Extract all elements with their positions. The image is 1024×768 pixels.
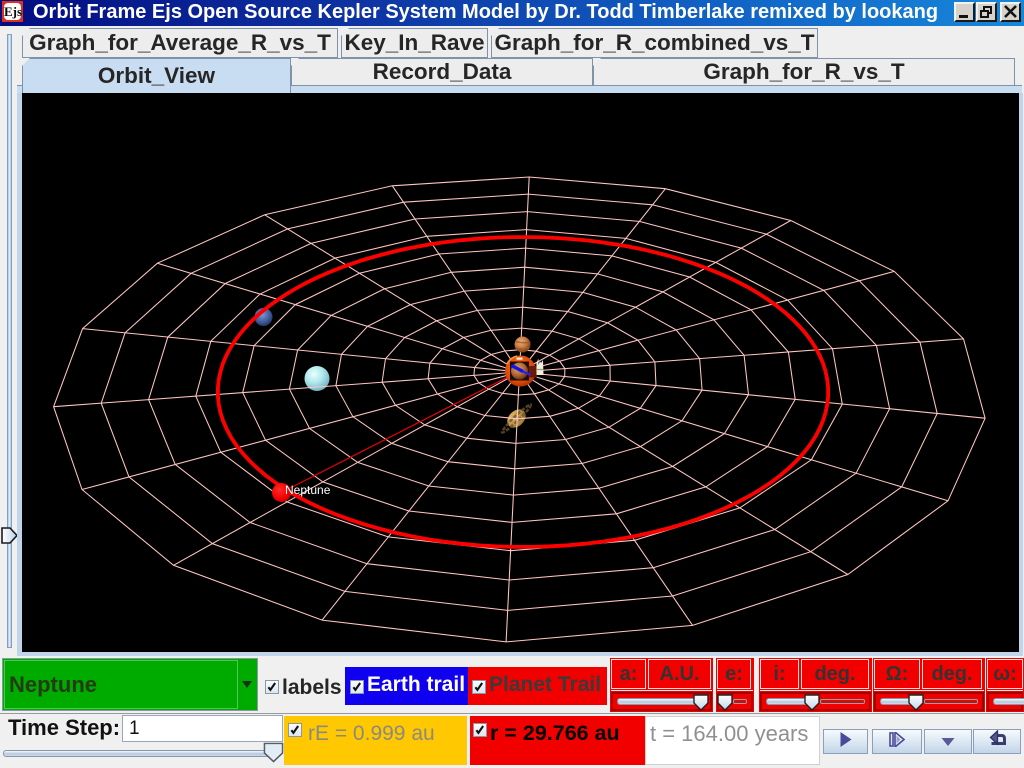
svg-text:Neptune: Neptune — [285, 483, 331, 497]
